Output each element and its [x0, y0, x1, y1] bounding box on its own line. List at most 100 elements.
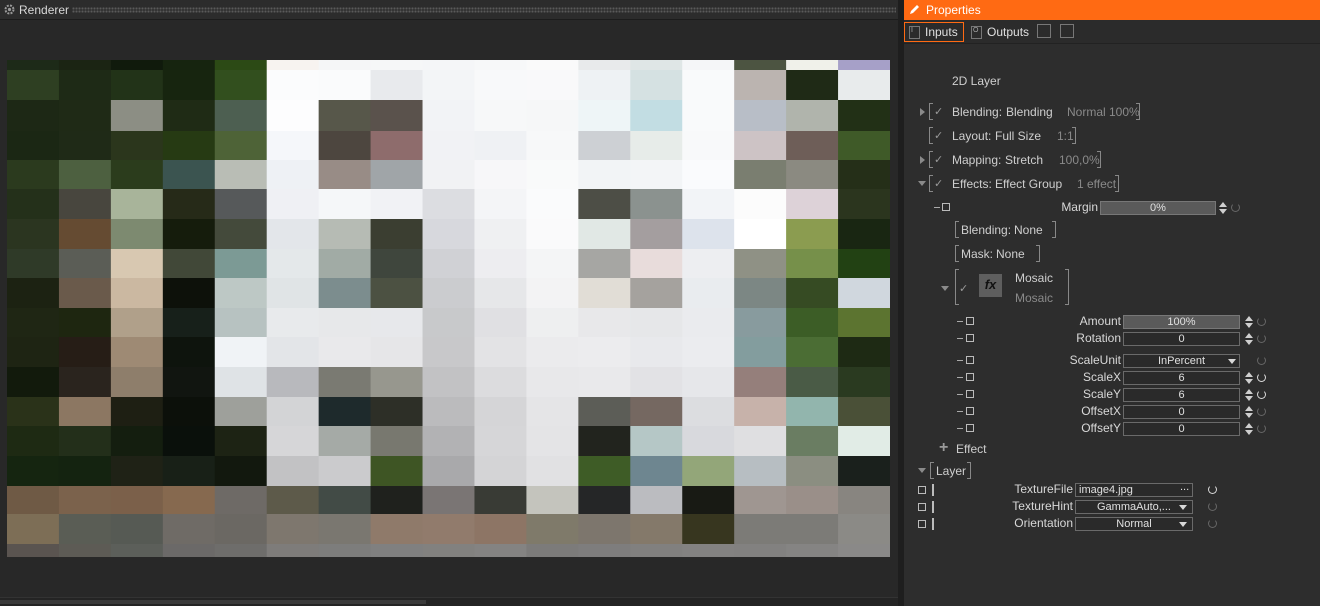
- blending-group-value[interactable]: Blending: [1006, 105, 1053, 119]
- mosaic-tile: [318, 219, 372, 250]
- tree-connector: [957, 338, 963, 339]
- mosaic-tile: [630, 514, 683, 545]
- mosaic-tile: [214, 397, 268, 427]
- rotation-node-box[interactable]: [966, 334, 974, 342]
- effect-mask-value[interactable]: None: [996, 247, 1025, 261]
- margin-spinner[interactable]: [1219, 202, 1228, 214]
- orientation-node-box[interactable]: [918, 520, 926, 528]
- mosaic-tile: [682, 456, 735, 487]
- effects-check-icon[interactable]: ✓: [934, 177, 943, 190]
- panel-drag-grip[interactable]: [72, 7, 896, 13]
- gear-icon[interactable]: [3, 3, 16, 16]
- scaley-input[interactable]: 6: [1123, 388, 1240, 402]
- offsetx-spinner[interactable]: [1245, 406, 1254, 418]
- mosaic-tile: [838, 514, 890, 545]
- scalex-node-box[interactable]: [966, 373, 974, 381]
- scaleunit-reset-icon[interactable]: [1257, 356, 1266, 365]
- scaleunit-node-box[interactable]: [966, 356, 974, 364]
- amount-reset-icon[interactable]: [1257, 317, 1266, 326]
- scalex-input[interactable]: 6: [1123, 371, 1240, 385]
- scrollbar-thumb[interactable]: [0, 600, 426, 604]
- scaley-reset-icon[interactable]: [1257, 390, 1266, 399]
- renderer-header: Renderer: [0, 0, 902, 20]
- offsety-input[interactable]: 0: [1123, 422, 1240, 436]
- effects-group-value[interactable]: Effect Group: [995, 177, 1062, 191]
- chevron-down-icon[interactable]: [1228, 359, 1236, 364]
- mosaic-tile: [786, 337, 839, 368]
- mosaic-tile: [370, 219, 424, 250]
- mosaic-tile: [266, 367, 320, 398]
- amount-spinner[interactable]: [1245, 316, 1254, 328]
- browse-file-button[interactable]: ...: [1180, 481, 1189, 493]
- layout-group-value[interactable]: Full Size: [995, 129, 1041, 143]
- mosaic-tile: [318, 544, 372, 557]
- amount-slider[interactable]: 100%: [1123, 315, 1240, 329]
- blending-check-icon[interactable]: ✓: [934, 105, 943, 118]
- layout-check-icon[interactable]: ✓: [934, 129, 943, 142]
- mosaic-tile: [630, 100, 683, 132]
- scaley-node-box[interactable]: [966, 390, 974, 398]
- io-view-icon[interactable]: [1037, 24, 1051, 38]
- offsetx-node-box[interactable]: [966, 407, 974, 415]
- scaley-spinner[interactable]: [1245, 389, 1254, 401]
- mosaic-tile: [7, 249, 60, 279]
- effect-blending-value[interactable]: None: [1014, 223, 1043, 237]
- texturehint-reset-icon[interactable]: [1208, 502, 1217, 511]
- scalex-spinner[interactable]: [1245, 372, 1254, 384]
- rotation-value: 0: [1178, 333, 1185, 345]
- amount-node-box[interactable]: [966, 317, 974, 325]
- chevron-down-icon[interactable]: [1179, 505, 1187, 510]
- mosaic-tile: [214, 514, 268, 545]
- add-effect-icon[interactable]: +: [939, 439, 948, 457]
- mosaic-tile: [110, 189, 164, 220]
- texturehint-value: GammaAuto,...: [1097, 501, 1171, 513]
- add-effect-label[interactable]: Effect: [956, 442, 986, 456]
- orientation-reset-icon[interactable]: [1208, 519, 1217, 528]
- tab-inputs[interactable]: I Inputs: [904, 22, 964, 42]
- texturefile-node-box[interactable]: [918, 486, 926, 494]
- offsety-spinner[interactable]: [1245, 423, 1254, 435]
- texturefile-file-field[interactable]: image4.jpg: [1075, 483, 1193, 497]
- rotation-reset-icon[interactable]: [1257, 334, 1266, 343]
- mapping-check-icon[interactable]: ✓: [934, 153, 943, 166]
- tab-outputs[interactable]: O Outputs: [966, 22, 1036, 42]
- render-viewport[interactable]: [7, 60, 890, 557]
- margin-reset-icon[interactable]: [1231, 203, 1240, 212]
- mosaic-tile: [682, 367, 735, 398]
- mosaic-check-icon[interactable]: ✓: [959, 282, 968, 295]
- offsety-reset-icon[interactable]: [1257, 424, 1266, 433]
- renderer-horizontal-scrollbar[interactable]: [0, 597, 902, 606]
- tree-connector: [932, 518, 934, 530]
- offsety-node-box[interactable]: [966, 424, 974, 432]
- scaleunit-dropdown[interactable]: InPercent: [1123, 354, 1240, 368]
- offsetx-input[interactable]: 0: [1123, 405, 1240, 419]
- collapse-effects-icon[interactable]: [918, 181, 926, 186]
- mosaic-tile: [734, 426, 787, 457]
- margin-slider[interactable]: 0%: [1100, 201, 1216, 215]
- collapse-layer-icon[interactable]: [918, 468, 926, 473]
- layout-view-icon[interactable]: [1060, 24, 1074, 38]
- expand-mapping-icon[interactable]: [920, 156, 925, 164]
- mosaic-tile: [422, 100, 476, 132]
- mosaic-tile: [318, 337, 372, 368]
- texturehint-dropdown[interactable]: GammaAuto,...: [1075, 500, 1193, 514]
- mapping-group-value[interactable]: Stretch: [1005, 153, 1043, 167]
- mosaic-tile: [838, 70, 890, 101]
- margin-node-box[interactable]: [942, 203, 950, 211]
- texturehint-node-box[interactable]: [918, 503, 926, 511]
- chevron-down-icon[interactable]: [1179, 522, 1187, 527]
- offsetx-reset-icon[interactable]: [1257, 407, 1266, 416]
- rotation-input[interactable]: 0: [1123, 332, 1240, 346]
- mosaic-tile: [162, 249, 216, 279]
- mosaic-tile: [734, 337, 787, 368]
- mosaic-tile: [630, 486, 683, 515]
- orientation-dropdown[interactable]: Normal: [1075, 517, 1193, 531]
- rotation-spinner[interactable]: [1245, 333, 1254, 345]
- collapse-mosaic-icon[interactable]: [941, 286, 949, 291]
- mosaic-tile: [838, 278, 890, 309]
- mosaic-tile: [318, 160, 372, 190]
- expand-blending-icon[interactable]: [920, 108, 925, 116]
- texturefile-reset-icon[interactable]: [1208, 485, 1217, 494]
- mosaic-tile: [370, 70, 424, 101]
- scalex-reset-icon[interactable]: [1257, 373, 1266, 382]
